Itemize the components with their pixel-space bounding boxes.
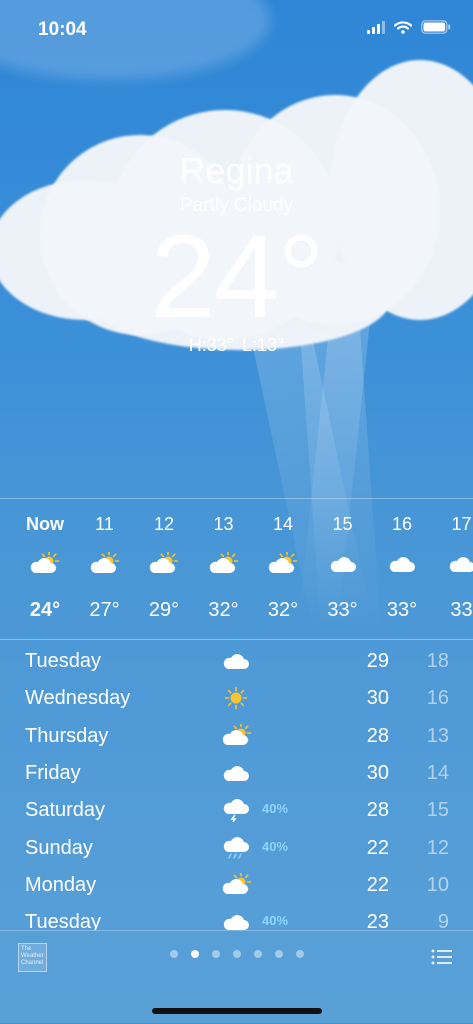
day-name: Thursday: [25, 723, 108, 749]
day-high: 23: [355, 909, 389, 930]
day-name: Sunday: [25, 835, 93, 861]
day-low: 15: [415, 797, 449, 823]
hour-temperature: 27°: [75, 599, 135, 622]
page-indicator[interactable]: [0, 950, 473, 958]
page-dot[interactable]: [296, 950, 304, 958]
wifi-icon: [394, 21, 412, 34]
sun-icon: [221, 686, 251, 710]
low-temp: L:13°: [242, 335, 284, 355]
hour-label: 11: [75, 514, 135, 535]
cloud-icon: [221, 910, 251, 930]
home-indicator[interactable]: [152, 1008, 322, 1014]
current-temperature: 24°: [0, 218, 473, 336]
daily-row: Thursday 28 13: [0, 723, 473, 760]
hour-temperature: 33°: [372, 599, 432, 622]
day-high: 30: [355, 760, 389, 786]
high-temp: H:33°: [189, 335, 234, 355]
day-name: Tuesday: [25, 909, 101, 930]
day-low: 13: [415, 723, 449, 749]
hour-label: 13: [194, 514, 254, 535]
thunderstorm-icon: [221, 798, 251, 822]
day-low: 14: [415, 760, 449, 786]
partly-sunny-icon: [89, 552, 121, 576]
day-high: 29: [355, 648, 389, 674]
daily-row: Tuesday 40% 23 9: [0, 909, 473, 930]
hour-temperature: 29°: [134, 599, 194, 622]
page-dot[interactable]: [191, 950, 199, 958]
cloud-icon: [386, 552, 418, 576]
day-low: 16: [415, 685, 449, 711]
status-icons: [367, 20, 451, 34]
day-low: 12: [415, 835, 449, 861]
page-dot[interactable]: [212, 950, 220, 958]
partly-sunny-icon: [148, 552, 180, 576]
day-low: 10: [415, 872, 449, 898]
cloud-icon: [221, 649, 251, 673]
signal-icon: [367, 21, 385, 34]
daily-row: Sunday 40% 22 12: [0, 835, 473, 872]
precip-chance: 40%: [262, 839, 288, 854]
partly-sunny-icon: [221, 873, 251, 897]
bottom-toolbar: TheWeatherChannel: [0, 930, 473, 1024]
page-dot[interactable]: [233, 950, 241, 958]
day-name: Saturday: [25, 797, 105, 823]
hour-temperature: 24°: [15, 599, 75, 622]
day-high: 30: [355, 685, 389, 711]
daily-row: Monday 22 10: [0, 872, 473, 909]
page-dot[interactable]: [170, 950, 178, 958]
daily-forecast[interactable]: Tuesday 29 18Wednesday 30 16Thursday 28 …: [0, 648, 473, 930]
daily-row: Saturday 40% 28 15: [0, 797, 473, 834]
hour-label: 17: [432, 514, 473, 535]
day-name: Tuesday: [25, 648, 101, 674]
hour-label: 12: [134, 514, 194, 535]
day-high: 22: [355, 835, 389, 861]
page-dot[interactable]: [254, 950, 262, 958]
hourly-forecast[interactable]: Now 24°11 27°12 29°13 32°14 32°15 33°16 …: [0, 498, 473, 640]
page-dot[interactable]: [275, 950, 283, 958]
hour-temperature: 33: [432, 599, 473, 622]
precip-chance: 40%: [262, 913, 288, 928]
list-icon[interactable]: [431, 948, 453, 966]
battery-icon: [421, 20, 451, 34]
cloud-icon: [327, 552, 359, 576]
hour-temperature: 32°: [253, 599, 313, 622]
daily-row: Tuesday 29 18: [0, 648, 473, 685]
hour-label: Now: [15, 514, 75, 535]
day-high: 22: [355, 872, 389, 898]
day-name: Monday: [25, 872, 96, 898]
day-high: 28: [355, 797, 389, 823]
partly-sunny-icon: [29, 552, 61, 576]
day-low: 9: [415, 909, 449, 930]
high-low: H:33° L:13°: [0, 335, 473, 356]
daily-row: Friday 30 14: [0, 760, 473, 797]
hour-label: 16: [372, 514, 432, 535]
hour-temperature: 33°: [313, 599, 373, 622]
precip-chance: 40%: [262, 801, 288, 816]
city-name: Regina: [0, 150, 473, 192]
hour-label: 14: [253, 514, 313, 535]
hour-temperature: 32°: [194, 599, 254, 622]
status-time: 10:04: [38, 19, 87, 41]
partly-sunny-icon: [267, 552, 299, 576]
day-low: 18: [415, 648, 449, 674]
partly-sunny-icon: [208, 552, 240, 576]
daily-row: Wednesday 30 16: [0, 685, 473, 722]
day-name: Friday: [25, 760, 81, 786]
day-high: 28: [355, 723, 389, 749]
partly-sunny-icon: [221, 724, 251, 748]
status-bar: 10:04: [0, 0, 473, 60]
rain-icon: [221, 836, 251, 860]
day-name: Wednesday: [25, 685, 130, 711]
cloud-icon: [446, 552, 473, 576]
hour-label: 15: [313, 514, 373, 535]
cloud-icon: [221, 761, 251, 785]
